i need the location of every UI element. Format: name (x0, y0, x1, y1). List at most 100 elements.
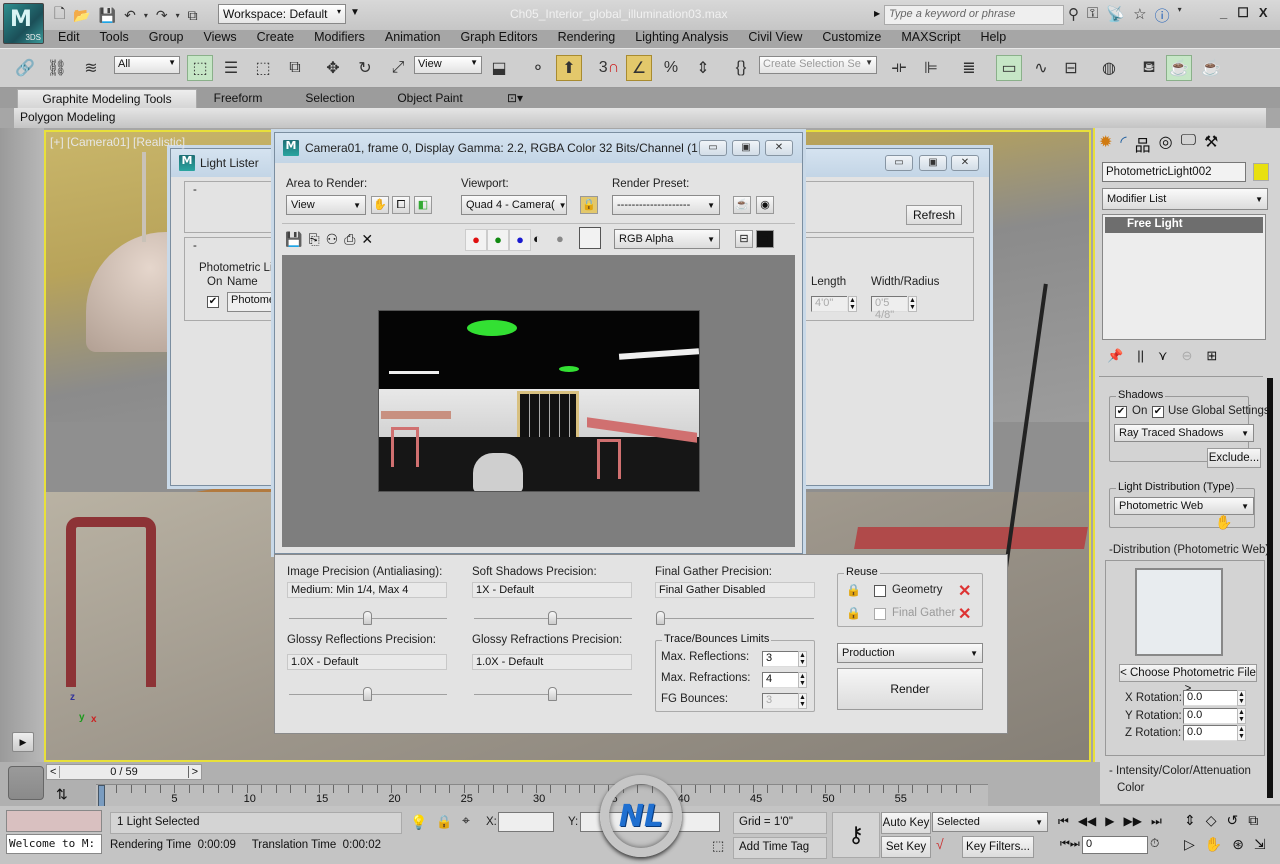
go-to-end-icon[interactable]: ⏭ (1151, 814, 1162, 829)
monochrome-icon[interactable]: ● (556, 231, 564, 246)
use-global-settings-checkbox[interactable]: ✔ (1152, 406, 1164, 418)
max-reflections-spinner[interactable]: 3 (762, 651, 798, 667)
workspace-select[interactable]: Workspace: Default ▾ (218, 4, 346, 24)
layer-manager-icon[interactable]: ≣ (956, 55, 982, 81)
final-gather-slider[interactable] (656, 608, 814, 625)
object-color-swatch[interactable] (1253, 163, 1269, 181)
x-coord-input[interactable] (498, 812, 554, 832)
redo-icon[interactable]: ↷ (156, 7, 168, 24)
spinner-arrows[interactable]: ▲ ▼ (1237, 690, 1246, 706)
select-object-icon[interactable]: ⬚ (187, 55, 213, 81)
edit-named-selection-icon[interactable]: {} (728, 55, 754, 81)
set-key-big-icon[interactable]: ⚷ (832, 812, 880, 858)
ribbon-tab-graphite[interactable]: Graphite Modeling Tools (17, 89, 197, 108)
show-end-result-icon[interactable]: || (1137, 348, 1144, 364)
toggle-ui-icon[interactable]: ■ (756, 230, 774, 248)
display-tab-icon[interactable]: 🖵 (1181, 132, 1196, 156)
window-crossing-icon[interactable]: ⧉ (282, 55, 308, 81)
app-menu-button[interactable]: M 3DS (3, 3, 44, 44)
go-to-start-icon[interactable]: ⏮ (1058, 814, 1069, 829)
blue-channel-toggle[interactable]: ● (509, 229, 531, 251)
menu-lighting-analysis[interactable]: Lighting Analysis (625, 30, 738, 48)
rectangular-selection-icon[interactable]: ⬚ (250, 55, 276, 81)
light-lister-minimize-button[interactable]: ▭ (885, 155, 913, 171)
mirror-icon[interactable]: ⟛ (886, 55, 912, 81)
rotate-icon[interactable]: ↻ (352, 55, 378, 81)
create-tab-icon[interactable]: ✹ (1099, 132, 1112, 156)
render-window-maximize-button[interactable]: ▣ (732, 140, 760, 156)
render-setup-icon[interactable]: ☕ (733, 196, 751, 214)
environment-effects-icon[interactable]: ◉ (756, 196, 774, 214)
next-frame-icon[interactable]: ▶▶ (1124, 814, 1142, 829)
hierarchy-tab-icon[interactable]: 品 (1135, 132, 1151, 156)
key-filters-button[interactable]: Key Filters... (962, 836, 1034, 858)
snaps-toggle-icon[interactable]: 3 ∩ (596, 55, 622, 81)
make-unique-icon[interactable]: ⋎ (1158, 348, 1168, 364)
rendered-frame-window-icon[interactable]: ☕ (1166, 55, 1192, 81)
pin-stack-icon[interactable]: 📌 (1107, 348, 1123, 364)
help-icon[interactable]: ⓘ (1155, 5, 1170, 26)
light-lister-close-button[interactable]: ✕ (951, 155, 979, 171)
clear-fg-cache-icon[interactable]: ✕ (958, 604, 971, 624)
render-setup-icon[interactable]: ⛾ (1136, 55, 1162, 81)
slider-thumb[interactable] (656, 611, 665, 625)
move-icon[interactable]: ✥ (320, 55, 346, 81)
pan-icon[interactable]: ✋ (1205, 836, 1222, 853)
menu-tools[interactable]: Tools (90, 30, 139, 48)
orbit-icon[interactable]: ↺ (1227, 812, 1239, 829)
width-spinner-arrows[interactable]: ▲ ▼ (908, 296, 917, 312)
scene-explorer-icon[interactable]: ▭ (996, 55, 1022, 81)
pivot-center-icon[interactable]: ⬓ (486, 55, 512, 81)
modifier-list-select[interactable]: Modifier List ▼ (1102, 188, 1268, 210)
menu-help[interactable]: Help (970, 30, 1016, 48)
maximize-viewport-icon[interactable]: ⧉ (1248, 812, 1258, 829)
length-spinner[interactable]: 4'0" (811, 296, 847, 312)
track-bar[interactable]: 0510152025303540455055 (96, 784, 988, 807)
menu-civil-view[interactable]: Civil View (738, 30, 812, 48)
width-radius-spinner[interactable]: 0'5 4/8" (871, 296, 907, 321)
orbit-camera-icon[interactable]: ⊛ (1232, 836, 1244, 853)
reuse-geometry-checkbox[interactable] (874, 585, 886, 597)
red-channel-toggle[interactable]: ● (465, 229, 487, 251)
maxscript-listener-mini[interactable] (6, 810, 102, 832)
select-by-name-icon[interactable]: ☰ (218, 55, 244, 81)
current-frame-input[interactable]: 0 (1082, 836, 1148, 854)
spinner-arrows[interactable]: ▲ ▼ (798, 672, 807, 688)
spinner-arrows[interactable]: ▲ ▼ (1237, 708, 1246, 724)
absolute-mode-icon[interactable]: ⌖ (462, 812, 470, 829)
undo-icon[interactable]: ↶ (124, 7, 136, 24)
spinner-arrows[interactable]: ▲ ▼ (798, 693, 807, 709)
render-window-titlebar[interactable]: M Camera01, frame 0, Display Gamma: 2.2,… (275, 133, 802, 163)
previous-frame-icon[interactable]: ◀◀ (1078, 814, 1096, 829)
x-rotation-spinner[interactable]: 0.0 (1183, 690, 1237, 706)
glossy-refractions-slider[interactable] (474, 684, 632, 701)
save-image-icon[interactable]: 💾 (285, 231, 302, 248)
rendered-frame-window[interactable]: M Camera01, frame 0, Display Gamma: 2.2,… (274, 132, 803, 554)
open-file-icon[interactable]: 📂 (73, 7, 90, 24)
object-name-input[interactable]: PhotometricLight002 (1102, 162, 1246, 182)
render-canvas[interactable] (282, 255, 795, 547)
ribbon-tab-freeform[interactable]: Freeform (198, 89, 278, 108)
exclude-button[interactable]: Exclude... (1207, 448, 1261, 468)
polygon-modeling-panel[interactable]: Polygon Modeling (20, 110, 115, 124)
clone-window-icon[interactable]: ⚇ (326, 231, 339, 248)
reuse-final-gather-checkbox[interactable] (874, 608, 886, 620)
spinner-arrows[interactable]: ▲ ▼ (1237, 725, 1246, 741)
keyboard-shortcut-override-icon[interactable]: ⬆ (556, 55, 582, 81)
render-button[interactable]: Render (837, 668, 983, 710)
light-lister-maximize-button[interactable]: ▣ (919, 155, 947, 171)
key-mode-select[interactable]: Selected ▼ (932, 812, 1048, 832)
customize-qa-icon[interactable]: ▼ (350, 7, 360, 18)
menu-edit[interactable]: Edit (48, 30, 90, 48)
new-file-icon[interactable]: 🗋 (54, 3, 65, 27)
zoom-icon[interactable]: ⇕ (1184, 812, 1196, 829)
configure-modifier-sets-icon[interactable]: ⊞ (1206, 348, 1217, 364)
curve-editor-icon[interactable]: ⇅ (56, 786, 68, 803)
clear-geometry-cache-icon[interactable]: ✕ (958, 581, 971, 601)
key-icon[interactable]: ⚿ (1087, 5, 1098, 26)
toggle-ui-overlay-icon[interactable]: ⊟ (735, 230, 753, 248)
maxscript-input[interactable]: Welcome to M: (6, 834, 102, 854)
slider-thumb[interactable] (363, 687, 372, 701)
stack-item-free-light[interactable]: Free Light (1105, 217, 1263, 233)
auto-key-button[interactable]: Auto Key (881, 812, 931, 834)
